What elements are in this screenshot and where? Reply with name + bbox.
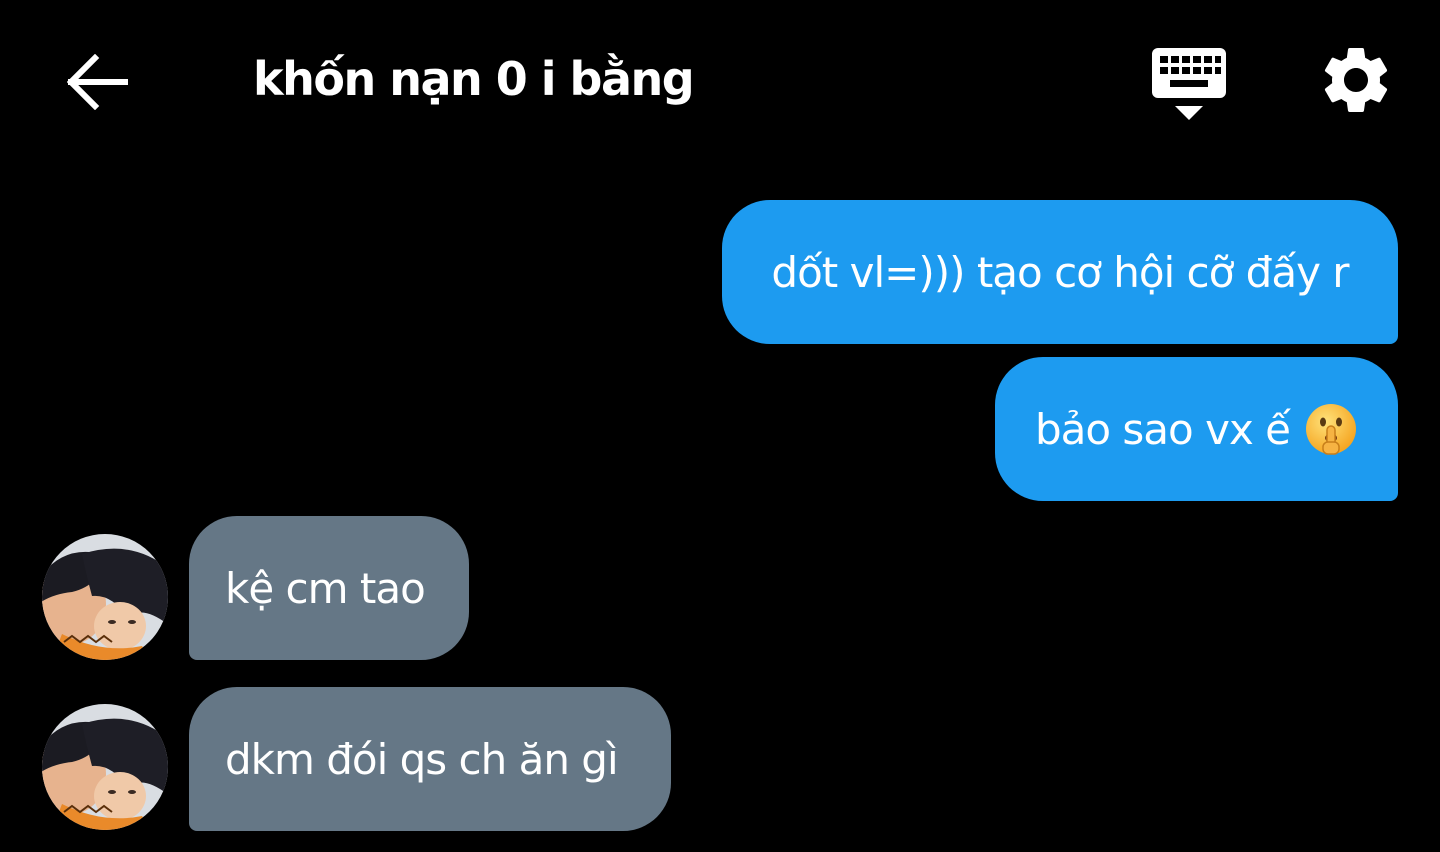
message-text: bảo sao vx ế: [1034, 404, 1291, 454]
message-text: kệ cm tao: [225, 563, 426, 613]
avatar-image: [42, 534, 168, 660]
keyboard-toggle-button[interactable]: [1148, 44, 1230, 124]
back-button[interactable]: [58, 44, 138, 120]
contact-avatar[interactable]: [42, 534, 168, 660]
message-bubble-outgoing[interactable]: dốt vl=))) tạo cơ hội cỡ đấy r: [722, 200, 1398, 344]
conversation-title: khốn nạn 0 i bằng: [253, 52, 695, 106]
keyboard-hide-icon: [1152, 48, 1226, 120]
message-bubble-outgoing[interactable]: bảo sao vx ế: [995, 357, 1398, 501]
gear-icon: [1324, 47, 1388, 112]
message-text: dốt vl=))) tạo cơ hội cỡ đấy r: [771, 247, 1349, 297]
avatar-image: [42, 704, 168, 830]
message-bubble-incoming[interactable]: dkm đói qs ch ăn gì: [189, 687, 671, 831]
chat-header: khốn nạn 0 i bằng: [0, 0, 1440, 170]
settings-button[interactable]: [1316, 40, 1396, 120]
shushing-face-emoji: [1306, 404, 1356, 455]
arrow-left-icon: [67, 54, 128, 110]
message-text: dkm đói qs ch ăn gì: [225, 734, 619, 784]
message-bubble-incoming[interactable]: kệ cm tao: [189, 516, 469, 660]
contact-avatar[interactable]: [42, 704, 168, 830]
